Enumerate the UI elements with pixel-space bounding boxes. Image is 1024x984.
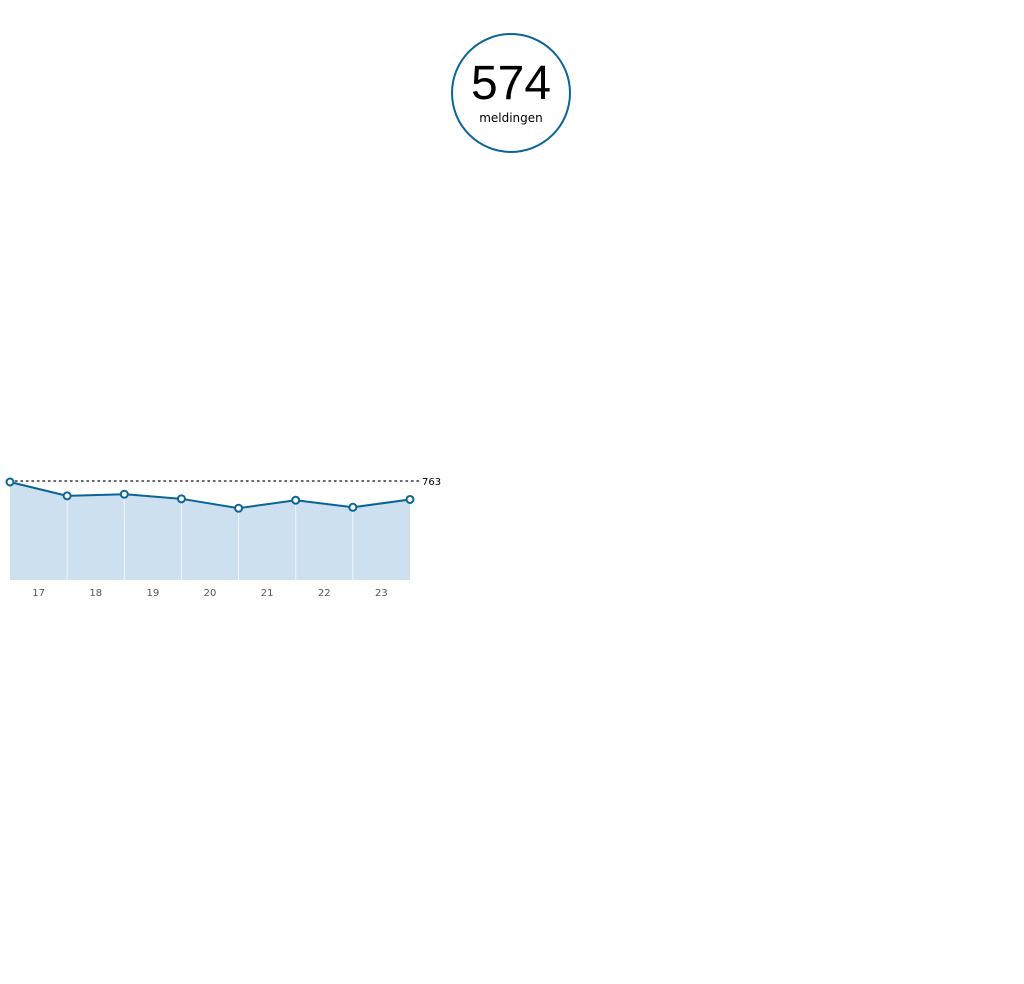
chart-data-point (62, 491, 72, 501)
chart-data-point (5, 477, 15, 487)
chart-data-point (119, 489, 129, 499)
total-count-value: 574 (470, 57, 552, 110)
chart-data-point (291, 495, 301, 505)
chart-x-tick-label: 20 (204, 588, 217, 599)
chart-data-point (234, 503, 244, 513)
chart-x-tick-label: 23 (375, 588, 388, 599)
chart-x-tick-label: 18 (89, 588, 102, 599)
chart-x-tick-label: 19 (146, 588, 159, 599)
chart-data-point (176, 494, 186, 504)
chart-data-point (348, 502, 358, 512)
chart-x-tick-label: 17 (32, 588, 45, 599)
chart-max-label: 763 (422, 477, 441, 488)
chart-data-point (405, 494, 415, 504)
total-count-circle: 574 meldingen (451, 33, 571, 153)
daily-area-chart: 763 17 18 19 20 21 22 23 (5, 477, 441, 599)
chart-x-tick-label: 22 (318, 588, 331, 599)
chart-x-tick-label: 21 (261, 588, 274, 599)
total-count-label: meldingen (479, 111, 543, 125)
